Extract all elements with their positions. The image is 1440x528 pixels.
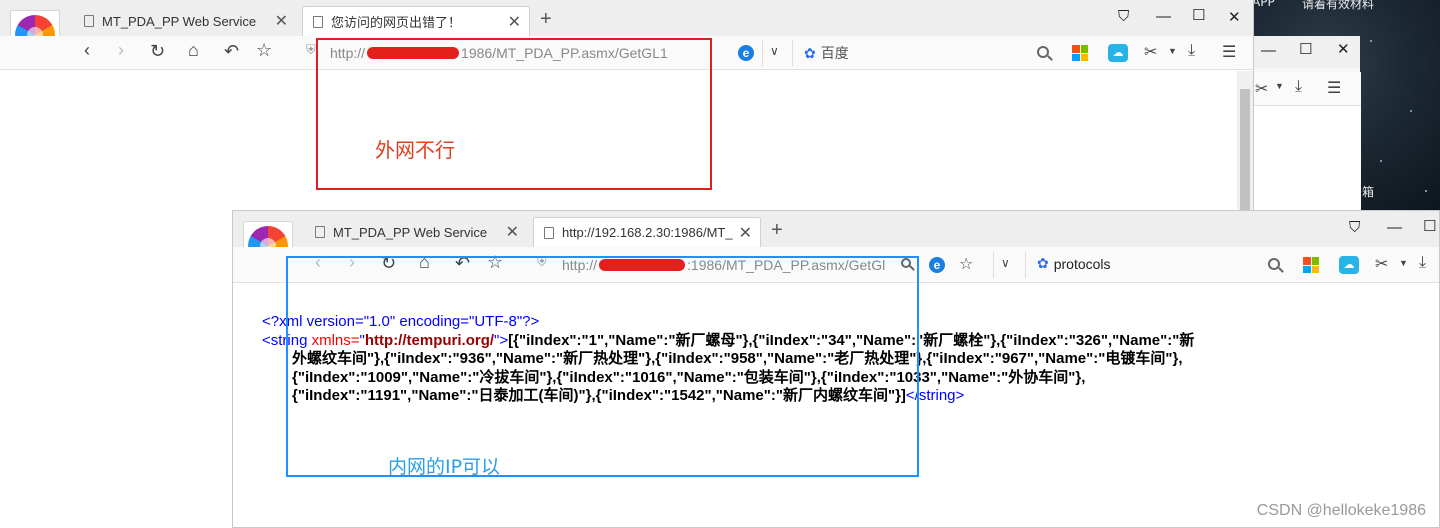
annotation-label-red: 外网不行: [375, 138, 455, 162]
tab-label: 您访问的网页出错了！: [331, 15, 462, 30]
chevron-down-icon[interactable]: ∨: [1001, 256, 1010, 270]
minimize-icon[interactable]: —: [1387, 219, 1402, 236]
menu-icon[interactable]: ☰: [1327, 78, 1341, 98]
desktop-label[interactable]: 请着有效材料: [1302, 0, 1374, 12]
shirt-icon[interactable]: ⛉: [1118, 8, 1129, 25]
scissors-icon[interactable]: ✂: [1255, 79, 1268, 99]
search-icon[interactable]: [1268, 258, 1280, 270]
chevron-down-icon[interactable]: ▼: [1275, 81, 1284, 91]
tab-webservice[interactable]: MT_PDA_PP Web Service ✕: [74, 6, 296, 36]
ie-icon[interactable]: e: [929, 257, 945, 273]
close-tab-icon[interactable]: ✕: [275, 11, 288, 31]
back-icon[interactable]: ‹: [84, 40, 90, 61]
chevron-down-icon[interactable]: ▼: [1399, 258, 1408, 268]
cloud-icon[interactable]: ☁: [1339, 256, 1359, 274]
maximize-icon[interactable]: ☐: [1192, 6, 1205, 24]
reload-icon[interactable]: ↻: [150, 41, 165, 62]
star-icon[interactable]: ☆: [256, 40, 272, 61]
tab-strip: MT_PDA_PP Web Service ✕ http://192.168.2…: [233, 211, 1439, 271]
new-tab-button[interactable]: +: [771, 219, 783, 242]
undo-icon[interactable]: ↶: [224, 41, 239, 62]
home-icon[interactable]: ⌂: [188, 40, 199, 61]
tab-webservice[interactable]: MT_PDA_PP Web Service ✕: [305, 217, 527, 247]
chevron-down-icon[interactable]: ∨: [770, 44, 779, 58]
forward-icon[interactable]: ›: [118, 40, 124, 61]
search-icon[interactable]: [1037, 46, 1049, 58]
search-query: protocols: [1053, 255, 1111, 272]
divider: [792, 40, 793, 66]
toolbar: ✂ ▼ ⤓ ☰: [1251, 72, 1361, 106]
apps-icon[interactable]: [1303, 257, 1319, 273]
menu-icon[interactable]: ☰: [1222, 42, 1236, 62]
document-icon: [544, 226, 554, 239]
search-engine-label: 百度: [820, 45, 849, 61]
titlebar: — ☐ ✕: [1251, 36, 1360, 68]
apps-icon[interactable]: [1072, 45, 1088, 61]
minimize-icon[interactable]: —: [1156, 8, 1171, 25]
search-box[interactable]: ✿ protocols: [1037, 255, 1111, 272]
chevron-down-icon[interactable]: ▼: [1168, 46, 1177, 56]
divider: [762, 40, 763, 66]
tab-label: MT_PDA_PP Web Service: [102, 13, 257, 29]
shirt-icon[interactable]: ⛉: [1349, 219, 1360, 236]
document-icon: [313, 15, 323, 28]
tab-strip: MT_PDA_PP Web Service ✕ 您访问的网页出错了！ ✕ + ⛉…: [0, 0, 1253, 60]
background-window: — ☐ ✕ ✂ ▼ ⤓ ☰: [1250, 36, 1361, 216]
search-box[interactable]: ✿ 百度: [804, 43, 849, 63]
annotation-label-blue: 内网的IP可以: [388, 456, 501, 478]
download-icon[interactable]: ⤓: [1188, 42, 1195, 60]
star: [1410, 110, 1412, 112]
cloud-icon[interactable]: ☁: [1108, 44, 1128, 62]
desktop-label[interactable]: APP: [1252, 0, 1275, 9]
maximize-icon[interactable]: ☐: [1423, 217, 1436, 235]
divider: [993, 252, 994, 278]
star: [1380, 160, 1382, 162]
annotation-box-blue: [286, 256, 919, 477]
annotation-box-red: [316, 38, 712, 190]
download-icon[interactable]: ⤓: [1295, 78, 1302, 96]
tab-label: http://192.168.2.30:1986/MT_: [562, 225, 733, 240]
download-icon[interactable]: ⤓: [1419, 254, 1426, 272]
new-tab-button[interactable]: +: [540, 8, 552, 31]
scissors-icon[interactable]: ✂: [1375, 254, 1388, 274]
tab-internal-ip[interactable]: http://192.168.2.30:1986/MT_ ✕: [533, 217, 761, 247]
close-window-icon[interactable]: ✕: [1228, 8, 1241, 26]
maximize-icon[interactable]: ☐: [1299, 40, 1312, 58]
star: [1370, 40, 1372, 42]
scrollbar[interactable]: [1237, 71, 1253, 215]
document-icon: [315, 226, 325, 238]
tab-label: MT_PDA_PP Web Service: [333, 224, 488, 240]
star: [1425, 190, 1427, 192]
scissors-icon[interactable]: ✂: [1144, 42, 1157, 62]
minimize-icon[interactable]: —: [1261, 42, 1276, 59]
close-tab-icon[interactable]: ✕: [508, 12, 521, 32]
close-tab-icon[interactable]: ✕: [739, 223, 752, 243]
baidu-paw-icon: ✿: [804, 44, 816, 61]
baidu-paw-icon: ✿: [1037, 255, 1049, 271]
page-content: [1251, 106, 1361, 216]
desktop-label[interactable]: 箱: [1362, 183, 1374, 200]
watermark: CSDN @hellokeke1986: [1256, 502, 1426, 519]
ie-icon[interactable]: e: [738, 45, 754, 61]
divider: [1025, 252, 1026, 278]
star-icon[interactable]: ☆: [959, 254, 973, 274]
scroll-thumb[interactable]: [1240, 89, 1250, 215]
tab-error[interactable]: 您访问的网页出错了！ ✕: [302, 6, 530, 36]
shield-icon: ⛨: [306, 42, 316, 57]
document-icon: [84, 15, 94, 27]
close-tab-icon[interactable]: ✕: [506, 222, 519, 242]
close-icon[interactable]: ✕: [1337, 40, 1350, 58]
